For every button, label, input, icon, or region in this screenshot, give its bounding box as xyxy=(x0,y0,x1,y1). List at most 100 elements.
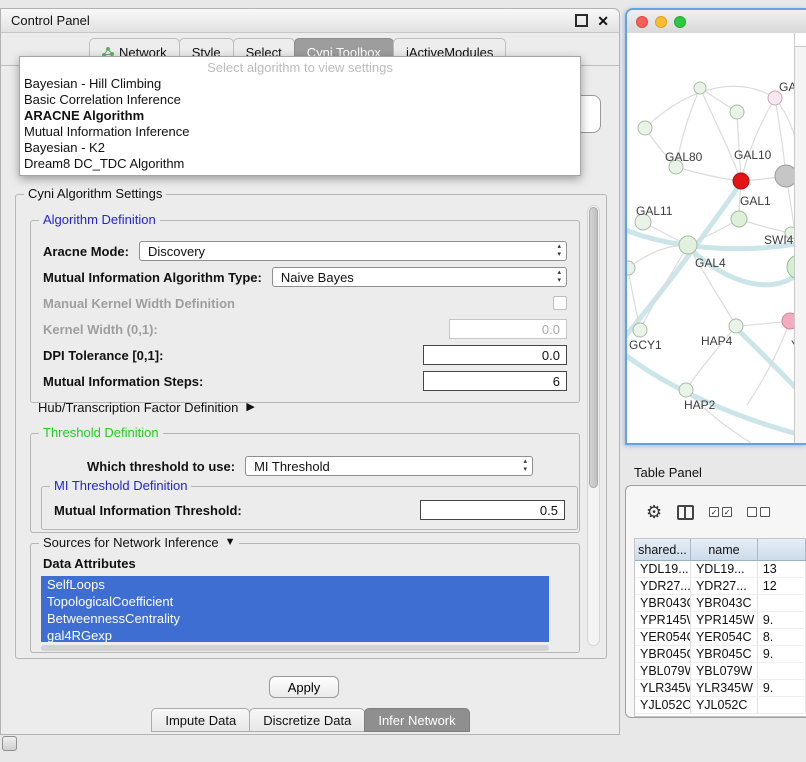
scrollbar-button[interactable] xyxy=(795,33,806,47)
close-icon[interactable]: ✕ xyxy=(597,14,609,28)
dpi-tolerance-field[interactable]: 0.0 xyxy=(423,345,567,365)
bottom-tab-bar: Impute Data Discretize Data Infer Networ… xyxy=(1,708,619,732)
network-node[interactable] xyxy=(730,105,744,119)
network-node[interactable] xyxy=(729,319,743,333)
network-window-titlebar[interactable] xyxy=(627,10,806,34)
network-node[interactable] xyxy=(638,121,652,135)
control-panel-titlebar[interactable]: Control Panel ✕ xyxy=(1,9,619,33)
network-node[interactable] xyxy=(731,211,747,227)
network-scrollbar[interactable] xyxy=(794,33,806,443)
algorithm-option-selected[interactable]: ARACNE Algorithm xyxy=(20,108,580,124)
mi-type-value: Naive Bayes xyxy=(281,270,354,285)
table-panel-toolbar: ⚙ ✓ ✓ xyxy=(626,486,806,538)
settings-scrollbar[interactable] xyxy=(587,205,600,646)
chevron-right-icon[interactable]: ▶ xyxy=(246,402,254,413)
table-header-row[interactable]: shared... name xyxy=(635,539,806,561)
zoom-traffic-light[interactable] xyxy=(674,16,686,28)
scrollbar-thumb[interactable] xyxy=(589,207,598,488)
list-horizontal-scrollbar[interactable] xyxy=(41,645,549,651)
node-label: GAL10 xyxy=(734,148,772,162)
dpi-tolerance-value: 0.0 xyxy=(542,348,560,363)
table-cell: YPR145W xyxy=(635,612,691,628)
minimize-traffic-light[interactable] xyxy=(655,16,667,28)
mi-threshold-group-title: MI Threshold Definition xyxy=(50,478,191,493)
mi-steps-value: 6 xyxy=(553,374,560,389)
table-cell: YDR27... xyxy=(691,578,758,594)
mi-type-select[interactable]: Naive Bayes ▴▾ xyxy=(272,267,567,287)
network-node[interactable] xyxy=(694,82,706,94)
checkbox-empty-icon xyxy=(760,507,770,517)
table-row[interactable]: YBL079W YBL079W xyxy=(635,663,806,680)
network-node[interactable] xyxy=(679,236,697,254)
table-row[interactable]: YPR145W YPR145W 9. xyxy=(635,612,806,629)
tab-infer-network[interactable]: Infer Network xyxy=(364,708,469,732)
which-threshold-row: Which threshold to use: MI Threshold ▴▾ xyxy=(43,456,567,476)
list-item[interactable]: TopologicalCoefficient xyxy=(41,593,549,610)
table-panel-window: ⚙ ✓ ✓ shared... name YDL19... YDL19... 1… xyxy=(625,485,806,718)
tab-impute-data[interactable]: Impute Data xyxy=(151,708,250,732)
threshold-definition-group: Threshold Definition Which threshold to … xyxy=(30,433,580,533)
stepper-icon: ▴▾ xyxy=(557,269,561,285)
unchecked-boxes-icon[interactable] xyxy=(747,507,770,517)
sources-section-title[interactable]: Sources for Network Inference ▼ xyxy=(39,535,239,550)
mi-steps-field[interactable]: 6 xyxy=(423,371,567,391)
table-row[interactable]: YDL19... YDL19... 13 xyxy=(635,561,806,578)
tab-label: Discretize Data xyxy=(263,713,351,728)
gear-icon[interactable]: ⚙ xyxy=(646,503,662,521)
tab-discretize-data[interactable]: Discretize Data xyxy=(249,708,365,732)
network-node[interactable] xyxy=(733,173,749,189)
close-traffic-light[interactable] xyxy=(636,16,648,28)
node-label: GAL1 xyxy=(740,194,771,208)
column-header[interactable] xyxy=(758,539,806,560)
list-item[interactable]: gal4RGexp xyxy=(41,627,549,642)
table-row[interactable]: YER054C YER054C 8. xyxy=(635,629,806,646)
table-row[interactable]: YBR043C YBR043C xyxy=(635,595,806,612)
checkbox-checked-icon: ✓ xyxy=(709,507,719,517)
checked-boxes-icon[interactable]: ✓ ✓ xyxy=(709,507,732,517)
data-attributes-list[interactable]: SelfLoops TopologicalCoefficient Between… xyxy=(41,576,549,642)
minimized-panel-icon[interactable] xyxy=(2,736,17,751)
control-panel-title: Control Panel xyxy=(11,13,90,28)
float-window-icon[interactable] xyxy=(575,14,588,27)
apply-button[interactable]: Apply xyxy=(269,676,339,698)
table-row[interactable]: YLR345W YLR345W 9. xyxy=(635,680,806,697)
column-header[interactable]: name xyxy=(691,539,758,560)
list-item[interactable]: SelfLoops xyxy=(41,576,549,593)
algorithm-definition-group: Algorithm Definition Aracne Mode: Discov… xyxy=(30,220,580,403)
column-header[interactable]: shared... xyxy=(635,539,691,560)
network-graph[interactable]: GAL7 GAL80 GAL10 GAL11 GAL1 SWI4 GAL4 GC… xyxy=(627,33,795,443)
mi-threshold-field[interactable]: 0.5 xyxy=(420,500,565,520)
node-label: GAL4 xyxy=(695,256,726,270)
list-item[interactable]: BetweennessCentrality xyxy=(41,610,549,627)
table-row[interactable]: YBR045C YBR045C 9. xyxy=(635,646,806,663)
table-row[interactable]: YJL052C YJL052C xyxy=(635,697,806,714)
aracne-mode-select[interactable]: Discovery ▴▾ xyxy=(139,241,567,261)
cyni-algorithm-settings-group: Cyni Algorithm Settings Algorithm Defini… xyxy=(15,194,607,659)
network-node[interactable] xyxy=(775,165,795,187)
algorithm-option[interactable]: Mutual Information Inference xyxy=(20,124,580,140)
table-cell: YDR27... xyxy=(635,578,691,594)
which-threshold-select[interactable]: MI Threshold ▴▾ xyxy=(245,456,533,476)
algorithm-option[interactable]: Basic Correlation Inference xyxy=(20,92,580,108)
network-canvas[interactable]: GAL7 GAL80 GAL10 GAL11 GAL1 SWI4 GAL4 GC… xyxy=(627,33,806,443)
hub-definition-section[interactable]: Hub/Transcription Factor Definition ▶ xyxy=(38,400,255,415)
network-node[interactable] xyxy=(679,383,693,397)
checkbox-checked-icon: ✓ xyxy=(722,507,732,517)
kernel-width-field[interactable]: 0.0 xyxy=(449,319,567,339)
algorithm-option[interactable]: Bayesian - K2 xyxy=(20,140,580,156)
hub-definition-label: Hub/Transcription Factor Definition xyxy=(38,400,238,415)
mi-threshold-definition-group: MI Threshold Definition Mutual Informati… xyxy=(41,486,578,530)
manual-kernel-checkbox[interactable] xyxy=(553,296,567,310)
table-row[interactable]: YDR27... YDR27... 12 xyxy=(635,578,806,595)
table-cell: 13 xyxy=(758,561,806,577)
algorithm-option[interactable]: Dream8 DC_TDC Algorithm xyxy=(20,156,580,172)
table-cell xyxy=(758,697,806,713)
network-node[interactable] xyxy=(633,323,647,337)
table-cell: YER054C xyxy=(635,629,691,645)
mi-type-label: Mutual Information Algorithm Type: xyxy=(43,270,262,285)
algorithm-option[interactable]: Bayesian - Hill Climbing xyxy=(20,76,580,92)
columns-icon[interactable] xyxy=(677,505,694,520)
chevron-down-icon[interactable]: ▼ xyxy=(225,537,236,548)
table-cell: YER054C xyxy=(691,629,758,645)
node-label: SWI4 xyxy=(764,233,794,247)
